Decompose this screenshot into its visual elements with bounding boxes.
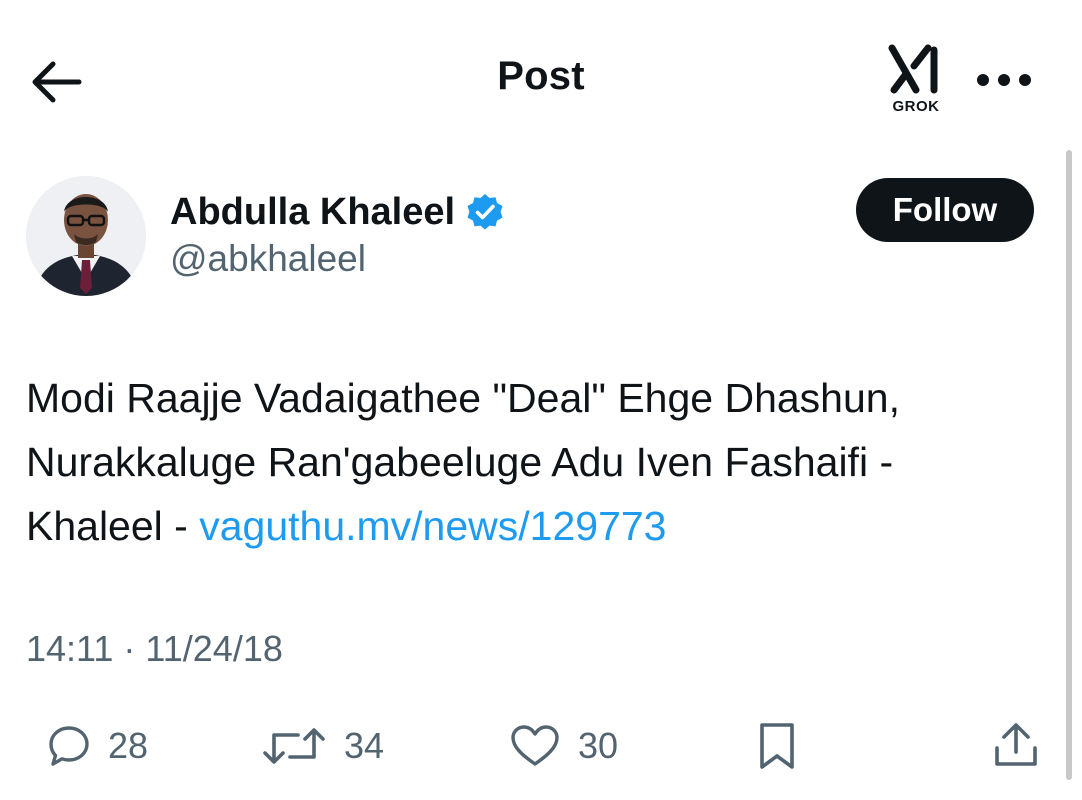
tweet-text-line: Khaleel - vaguthu.mv/news/129773 (26, 494, 1046, 558)
grok-label: GROK (892, 98, 940, 115)
repost-button[interactable]: 34 (262, 708, 384, 784)
author-name-row: Abdulla Khaleel (170, 188, 505, 236)
top-bar: Post GROK (0, 0, 1082, 150)
scrollbar[interactable] (1066, 150, 1072, 780)
tweet-text: Modi Raajje Vadaigathee "Deal" Ehge Dhas… (26, 366, 1046, 558)
like-count: 30 (578, 725, 619, 766)
like-button[interactable]: 30 (510, 708, 618, 784)
more-options-button[interactable] (970, 58, 1038, 102)
avatar[interactable] (26, 176, 146, 296)
reply-button[interactable]: 28 (48, 708, 148, 784)
bookmark-button[interactable] (752, 708, 802, 784)
post-timestamp[interactable]: 14:11 · 11/24/18 (26, 628, 283, 670)
post-page: Post GROK Abdulla Khaleel @abkhaleel Fol… (0, 0, 1082, 800)
reply-icon (49, 726, 89, 766)
repost-icon (263, 728, 325, 764)
repost-count: 34 (344, 725, 385, 766)
follow-button[interactable]: Follow (856, 178, 1034, 242)
author-name[interactable]: Abdulla Khaleel (170, 191, 455, 234)
reply-count: 28 (108, 725, 149, 766)
heart-icon (511, 725, 559, 766)
share-button[interactable] (992, 708, 1040, 784)
profile-photo (26, 176, 146, 296)
action-bar: 28 34 30 (0, 708, 1082, 784)
tweet-text-segment: Khaleel - (26, 503, 200, 549)
tweet-text-line: Modi Raajje Vadaigathee "Deal" Ehge Dhas… (26, 375, 900, 421)
grok-button[interactable]: GROK (884, 44, 948, 118)
bookmark-icon (760, 723, 794, 769)
share-icon (995, 723, 1037, 766)
more-horizontal-icon (977, 74, 1031, 86)
tweet-text-line: Nurakkaluge Ran'gabeeluge Adu Iven Fasha… (26, 439, 894, 485)
grok-icon (888, 44, 938, 94)
author-handle[interactable]: @abkhaleel (170, 238, 366, 280)
verified-badge-icon (467, 194, 503, 230)
tweet-link[interactable]: vaguthu.mv/news/129773 (199, 503, 666, 549)
